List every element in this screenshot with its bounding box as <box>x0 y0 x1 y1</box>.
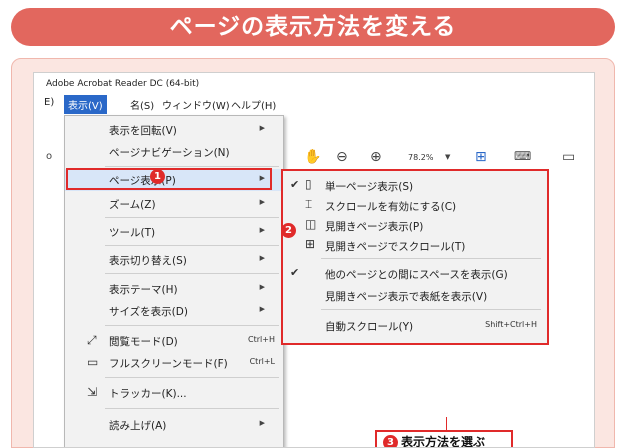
submenu-item-label: 見開きページでスクロール(T) <box>325 241 466 253</box>
menu-item-rotate[interactable]: 表示を回転(V) ▶ <box>65 119 283 141</box>
submenu-item-label: 自動スクロール(Y) <box>325 321 414 333</box>
submenu-item-label: 他のページとの間にスペースを表示(G) <box>325 269 508 281</box>
page-display-submenu: ✔ ▯ 単一ページ表示(S) ⌶ スクロールを有効にする(C) ◫ 見開きページ… <box>281 169 549 345</box>
hand-tool-icon[interactable]: ✋ <box>304 149 321 165</box>
submenu-item-page-gaps[interactable]: ✔ 他のページとの間にスペースを表示(G) <box>283 263 547 283</box>
zoom-in-icon[interactable]: ⊕ <box>370 149 382 165</box>
zoom-out-icon[interactable]: ⊖ <box>336 149 348 165</box>
menu-divider <box>105 408 279 409</box>
submenu-item-auto-scroll[interactable]: 自動スクロール(Y) Shift+Ctrl+H <box>283 315 547 335</box>
menu-item-zoom[interactable]: ズーム(Z) ▶ <box>65 193 283 215</box>
menu-item-label: ツール(T) <box>109 227 156 239</box>
window-title: Adobe Acrobat Reader DC (64-bit) <box>46 79 200 89</box>
menu-divider <box>105 245 279 246</box>
submenu-arrow-icon: ▶ <box>259 419 265 427</box>
submenu-item-show-cover[interactable]: 見開きページ表示で表紙を表示(V) <box>283 285 547 305</box>
menu-item-tools[interactable]: ツール(T) ▶ <box>65 221 283 243</box>
step-badge-3: 3 <box>383 435 398 447</box>
two-page-icon: ◫ <box>305 217 317 231</box>
menu-window[interactable]: ウィンドウ(W) <box>162 97 230 112</box>
reading-mode-icon: ⤢ <box>87 333 97 347</box>
menu-edit[interactable]: E) <box>44 97 54 108</box>
menu-item-label: トラッカー(K)... <box>109 388 187 400</box>
submenu-divider <box>321 258 541 259</box>
menu-item-theme[interactable]: 表示テーマ(H) ▶ <box>65 278 283 300</box>
menu-item-label: 閲覧モード(D) <box>109 336 178 348</box>
step-badge-2: 2 <box>281 223 296 238</box>
menu-bar: E) 表示(V) 名(S) ウィンドウ(W) ヘルプ(H) <box>34 95 594 114</box>
step-3-callout: 3 表示方法を選ぶ <box>375 430 513 448</box>
step-badge-1: 1 <box>150 169 165 184</box>
zoom-level[interactable]: 78.2% <box>408 153 433 162</box>
comment-icon[interactable]: ▭ <box>562 149 575 165</box>
menu-divider <box>105 166 279 167</box>
submenu-item-label: 見開きページ表示(P) <box>325 221 424 233</box>
menu-view[interactable]: 表示(V) <box>64 95 107 114</box>
menu-item-tracker[interactable]: ⇲ トラッカー(K)... <box>65 382 283 404</box>
menu-item-reading-mode[interactable]: ⤢ 閲覧モード(D) Ctrl+H <box>65 330 283 352</box>
submenu-item-single-page[interactable]: ✔ ▯ 単一ページ表示(S) <box>283 175 547 195</box>
keyboard-icon[interactable]: ⌨ <box>514 149 531 163</box>
submenu-arrow-icon: ▶ <box>259 226 265 234</box>
submenu-divider <box>321 309 541 310</box>
checkmark-icon: ✔ <box>290 266 300 279</box>
menu-item-label: 表示テーマ(H) <box>109 284 178 296</box>
app-window: Adobe Acrobat Reader DC (64-bit) E) 表示(V… <box>33 72 595 448</box>
callout-connector <box>446 417 447 431</box>
view-menu: 表示を回転(V) ▶ ページナビゲーション(N) ページ表示(P) ▶ ズーム(… <box>64 115 284 447</box>
submenu-arrow-icon: ▶ <box>259 305 265 313</box>
menu-divider <box>105 325 279 326</box>
submenu-item-two-page-scroll[interactable]: ⊞ 見開きページでスクロール(T) <box>283 235 547 255</box>
zoom-dropdown-icon[interactable]: ▼ <box>445 153 450 161</box>
submenu-item-label: 単一ページ表示(S) <box>325 181 414 193</box>
menu-item-label: フルスクリーンモード(F) <box>109 358 228 370</box>
menu-item-fullscreen[interactable]: ▭ フルスクリーンモード(F) Ctrl+L <box>65 352 283 374</box>
single-page-icon: ▯ <box>305 177 312 191</box>
menu-item-label: 読み上げ(A) <box>109 420 167 432</box>
menu-item-label: 表示切り替え(S) <box>109 255 187 267</box>
submenu-arrow-icon: ▶ <box>259 124 265 132</box>
submenu-arrow-icon: ▶ <box>259 198 265 206</box>
fit-page-icon[interactable]: ⊞ <box>475 149 487 165</box>
menu-item-page-navigation[interactable]: ページナビゲーション(N) <box>65 141 283 163</box>
menu-item-read-aloud[interactable]: 読み上げ(A) ▶ <box>65 414 283 436</box>
tracker-icon: ⇲ <box>87 385 98 399</box>
menu-item-switch[interactable]: 表示切り替え(S) ▶ <box>65 249 283 271</box>
page-title-banner: ページの表示方法を変える <box>11 8 615 46</box>
submenu-item-shortcut: Shift+Ctrl+H <box>485 320 537 329</box>
checkmark-icon: ✔ <box>290 178 300 191</box>
menu-divider <box>105 377 279 378</box>
submenu-item-enable-scroll[interactable]: ⌶ スクロールを有効にする(C) <box>283 195 547 215</box>
submenu-item-two-page[interactable]: ◫ 見開きページ表示(P) <box>283 215 547 235</box>
menu-item-label: サイズを表示(D) <box>109 306 188 318</box>
menu-help[interactable]: ヘルプ(H) <box>231 97 276 112</box>
menu-item-label: 表示を回転(V) <box>109 125 177 137</box>
menu-item-label: ズーム(Z) <box>109 199 156 211</box>
submenu-arrow-icon: ▶ <box>259 254 265 262</box>
toolbar-left-mark: o <box>46 151 53 162</box>
menu-item-display-size[interactable]: サイズを表示(D) ▶ <box>65 300 283 322</box>
submenu-arrow-icon: ▶ <box>259 283 265 291</box>
submenu-item-label: 見開きページ表示で表紙を表示(V) <box>325 291 488 303</box>
menu-item-label: ページナビゲーション(N) <box>109 147 230 159</box>
monitor-icon: ▭ <box>87 355 99 369</box>
two-page-scroll-icon: ⊞ <box>305 237 316 251</box>
menu-document[interactable]: 名(S) <box>130 97 154 112</box>
menu-divider <box>105 273 279 274</box>
menu-divider <box>105 217 279 218</box>
page-display-highlight-box <box>66 168 272 190</box>
submenu-item-label: スクロールを有効にする(C) <box>325 201 457 213</box>
menu-item-shortcut: Ctrl+H <box>248 335 275 344</box>
scroll-icon: ⌶ <box>305 197 313 211</box>
menu-item-shortcut: Ctrl+L <box>249 357 275 366</box>
callout-text: 表示方法を選ぶ <box>401 435 486 448</box>
